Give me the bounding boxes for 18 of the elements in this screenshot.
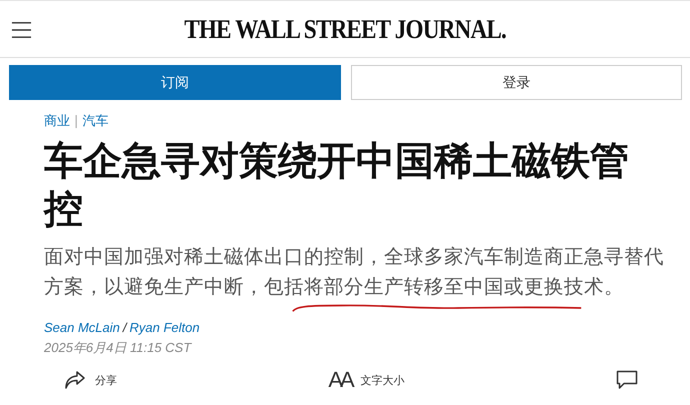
toolbar-label[interactable]: 文字大小 xyxy=(360,372,405,388)
login-button[interactable]: 登录 xyxy=(350,65,682,100)
author-link[interactable]: Ryan Felton xyxy=(130,320,200,335)
menu-icon[interactable] xyxy=(11,21,32,39)
separator: / xyxy=(122,320,127,335)
share-icon[interactable] xyxy=(64,370,86,390)
summary: 面对中国加强对稀土磁体出口的控制，全球多家汽车制造商正急寻替代方案，以避免生产中断，包括将部分生产转移至中国或更换技术。 xyxy=(44,244,665,300)
subscribe-button[interactable]: 订阅 xyxy=(9,65,340,100)
toolbar-label[interactable]: 分享 xyxy=(95,372,117,388)
breadcrumb-link[interactable]: 商业 xyxy=(44,112,70,130)
publish-date: 2025年6月4日 11:15 CST xyxy=(44,339,193,357)
text-size-icon[interactable]: AA xyxy=(328,369,352,391)
separator: | xyxy=(74,114,78,128)
logo[interactable]: THE WALL STREET JOURNAL. xyxy=(184,14,506,44)
comment-icon[interactable] xyxy=(616,370,638,390)
author-link[interactable]: Sean McLain xyxy=(44,320,120,335)
headline: 车企急寻对策绕开中国稀土磁铁管控 xyxy=(44,138,630,234)
breadcrumb-link[interactable]: 汽车 xyxy=(82,112,108,130)
